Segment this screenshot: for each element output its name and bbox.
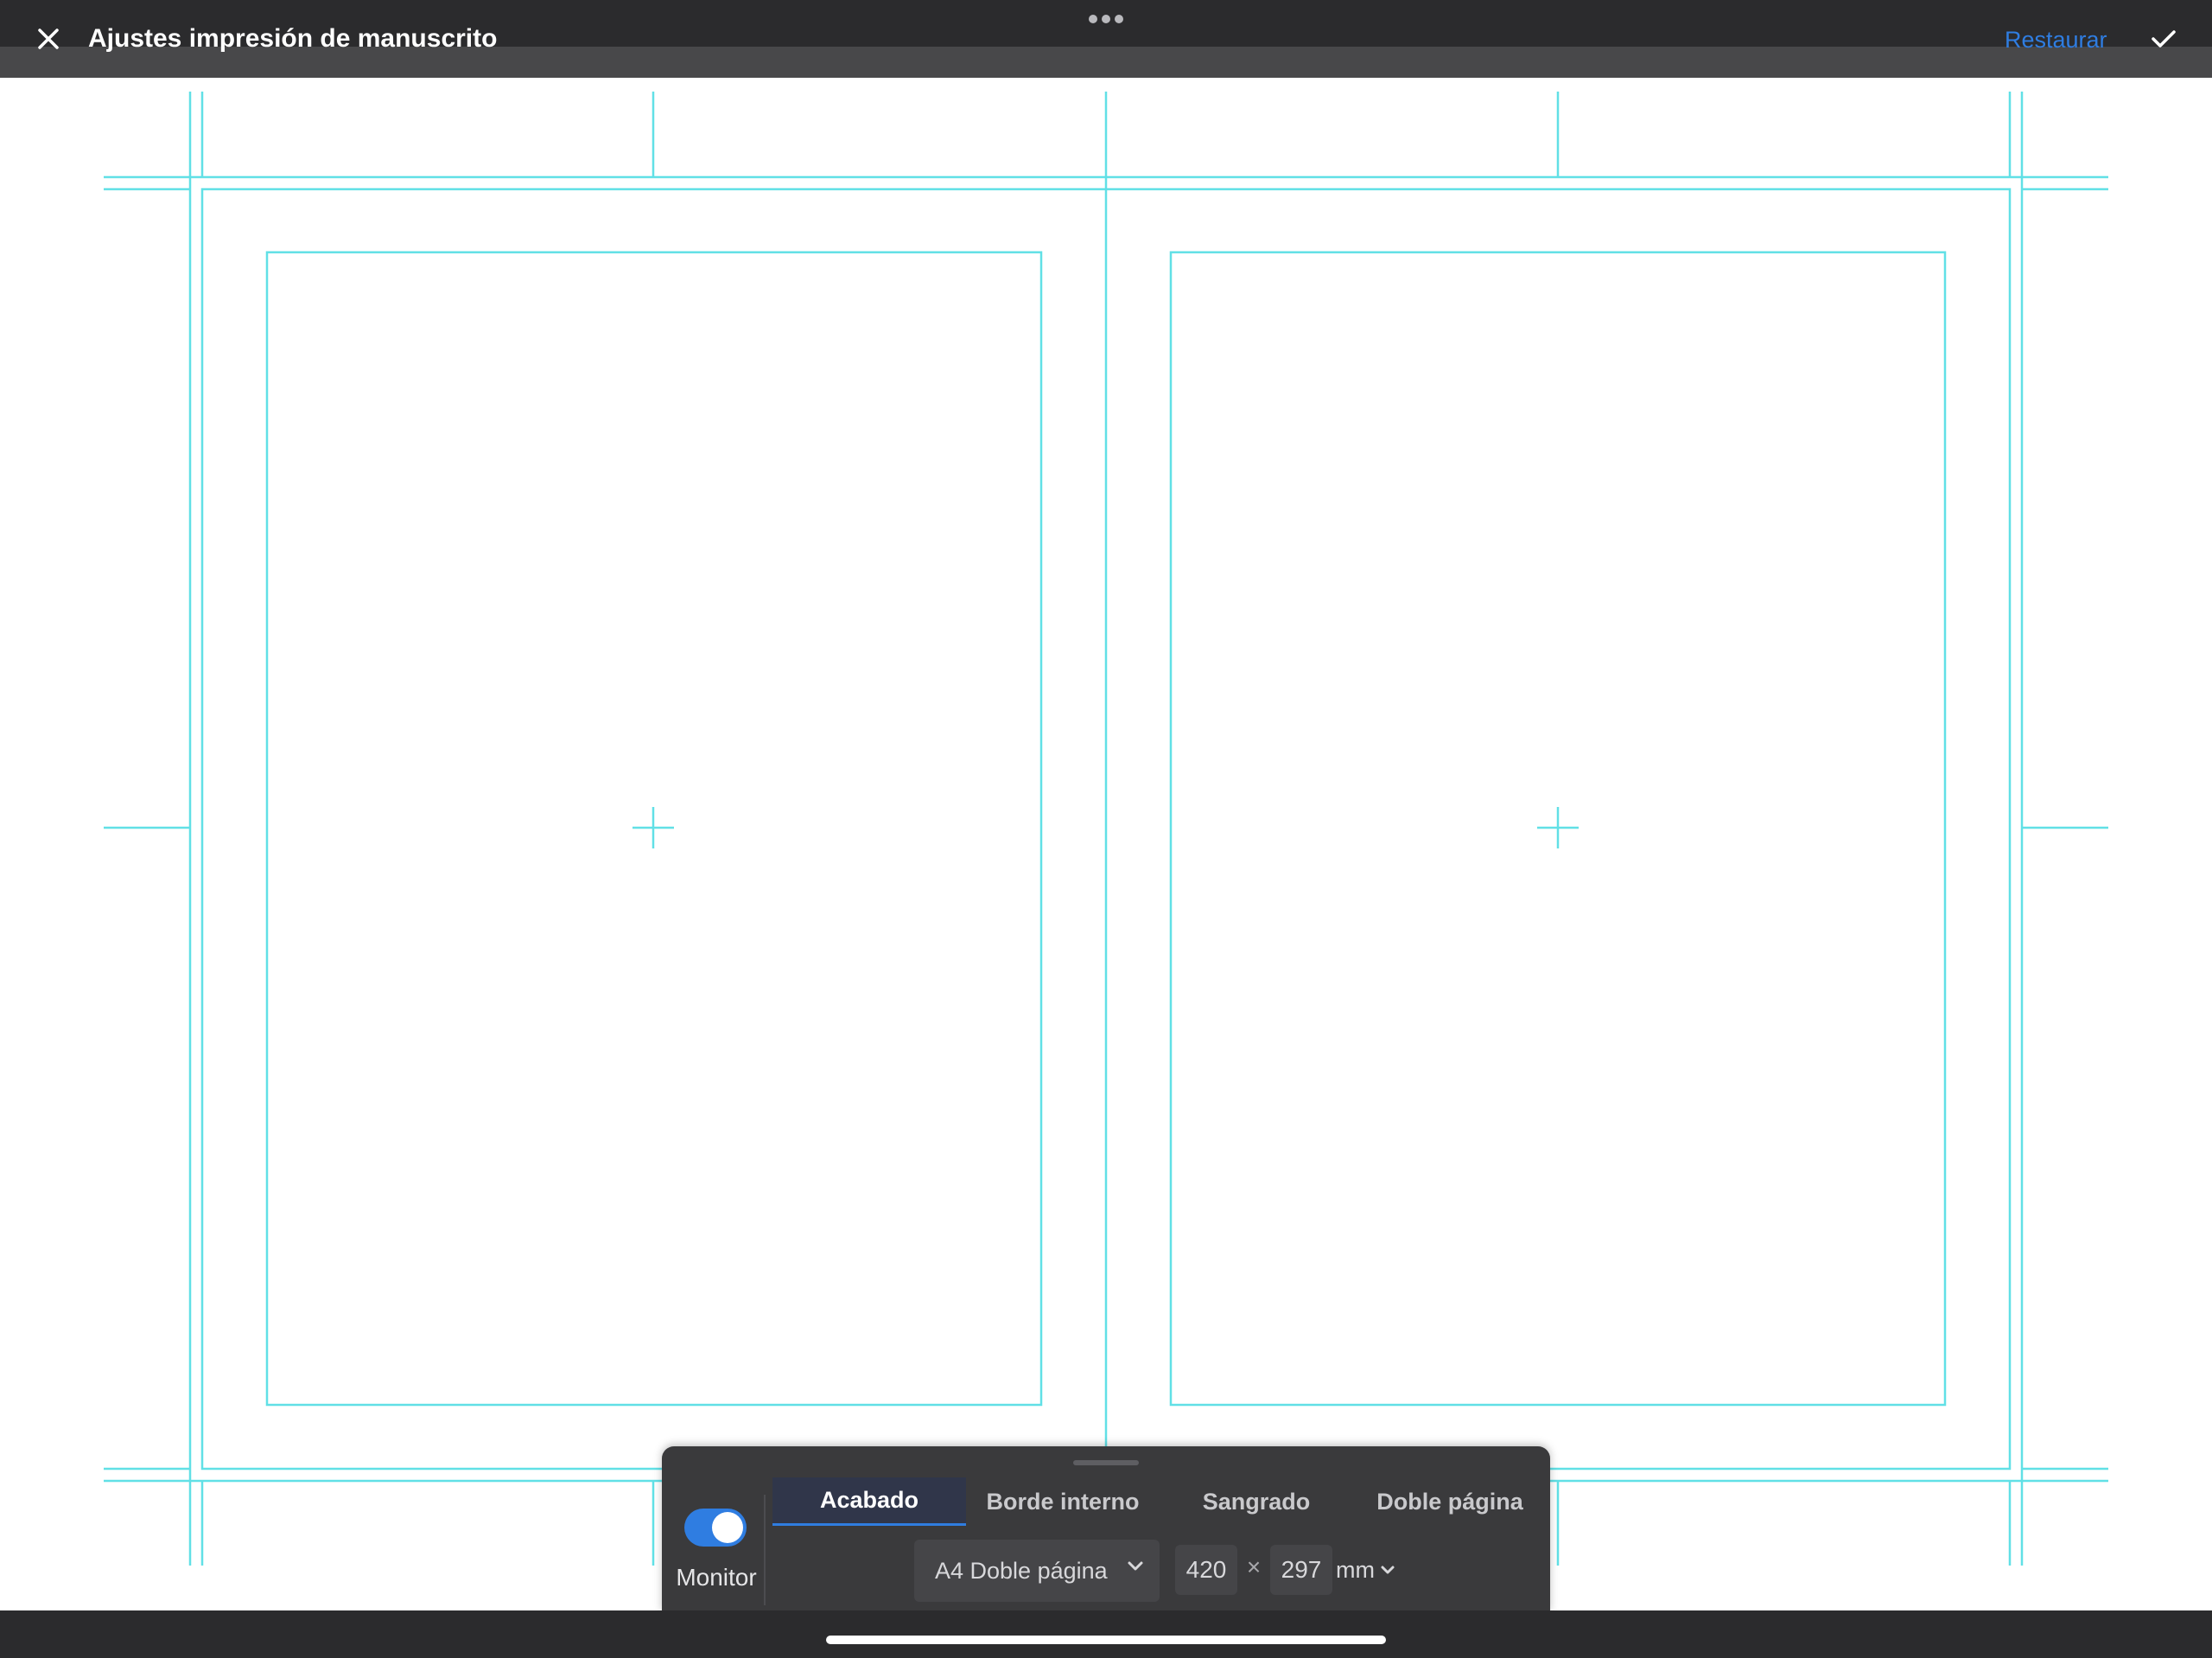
more-button[interactable] [1084, 10, 1128, 28]
unit-select[interactable]: mm [1336, 1545, 1407, 1595]
tab-sangrado[interactable]: Sangrado [1160, 1477, 1353, 1526]
panel-drag-handle[interactable] [1073, 1460, 1139, 1465]
print-guides [104, 92, 2108, 1566]
width-input[interactable]: 420 [1175, 1545, 1237, 1595]
more-horizontal-icon [1089, 15, 1123, 23]
tab-doble-pagina[interactable]: Doble página [1353, 1477, 1547, 1526]
monitor-label: Monitor [676, 1564, 757, 1591]
settings-tabs: Acabado Borde interno Sangrado Doble pág… [772, 1477, 1550, 1526]
paper-preset-value: A4 Doble página [935, 1557, 1108, 1584]
checkmark-icon [2152, 30, 2176, 48]
close-button[interactable] [28, 19, 69, 59]
chevron-down-icon [1128, 1561, 1143, 1571]
tab-acabado[interactable]: Acabado [772, 1477, 966, 1526]
times-sign: × [1246, 1553, 1262, 1580]
print-settings-panel: Monitor Acabado Borde interno Sangrado D… [662, 1446, 1550, 1612]
toggle-knob [712, 1512, 743, 1543]
monitor-toggle[interactable] [684, 1509, 747, 1547]
restore-button[interactable]: Restaurar [2005, 22, 2107, 57]
paper-preset-select[interactable]: A4 Doble página [914, 1540, 1160, 1602]
print-preview-canvas [0, 78, 2212, 1610]
home-indicator[interactable] [826, 1636, 1386, 1644]
page-title: Ajustes impresión de manuscrito [88, 24, 498, 53]
height-input[interactable]: 297 [1270, 1545, 1332, 1595]
close-icon [38, 29, 59, 49]
chevron-down-icon [1381, 1566, 1395, 1574]
confirm-button[interactable] [2143, 19, 2184, 59]
bottom-bar [0, 1610, 2212, 1658]
tab-borde-interno[interactable]: Borde interno [966, 1477, 1160, 1526]
panel-divider [764, 1495, 766, 1605]
unit-value: mm [1336, 1556, 1375, 1583]
